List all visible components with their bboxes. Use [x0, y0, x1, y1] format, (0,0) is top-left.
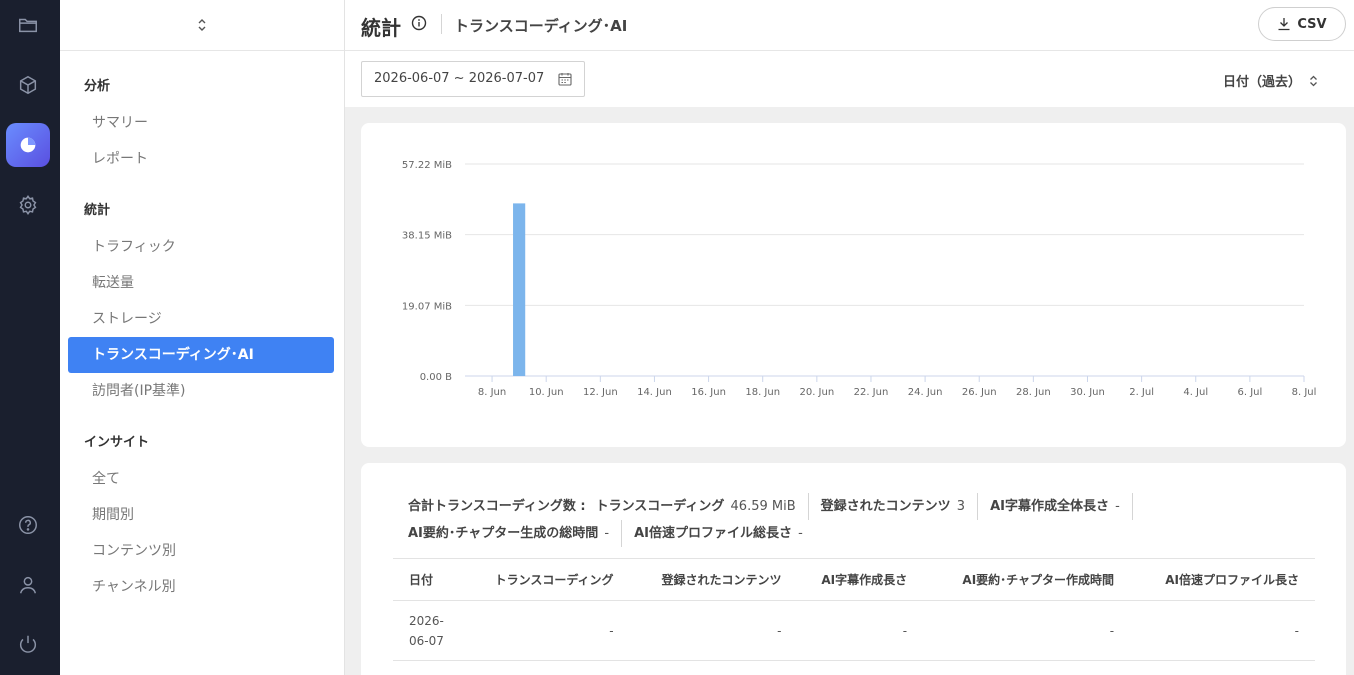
summary-item-label: AI要約･チャプター生成の総時間: [408, 526, 599, 541]
chevron-up-down-icon: [1310, 75, 1317, 86]
table-cell: -: [629, 600, 798, 661]
sidebar-item[interactable]: コンテンツ別: [68, 533, 334, 569]
x-tick-label: 6. Jul: [1237, 387, 1262, 398]
sort-select-label: 日付（過去）: [1222, 75, 1301, 90]
info-icon[interactable]: [411, 15, 427, 31]
sidebar-item[interactable]: 転送量: [68, 265, 334, 301]
help-icon[interactable]: [6, 503, 50, 547]
table-row: 2026-06-07- - - - -: [393, 600, 1315, 661]
summary-item-label: トランスコーディング: [595, 499, 725, 514]
x-tick-label: 8. Jul: [1292, 387, 1317, 398]
x-tick-label: 20. Jun: [799, 387, 834, 398]
x-tick-label: 18. Jun: [745, 387, 780, 398]
sidebar: 分析サマリー レポート統計トラフィック 転送量 ストレージ トランスコーディング･AI 訪…: [60, 0, 345, 675]
page-title: 統計: [361, 16, 401, 40]
sidebar-item[interactable]: トランスコーディング･AI: [68, 337, 334, 373]
table-header-cell[interactable]: AI倍速プロファイル長さ: [1130, 558, 1315, 601]
summary-item-label: AI倍速プロファイル総長さ: [634, 526, 793, 541]
stats-table: 日付 トランスコーディング 登録されたコンテンツ AI字幕作成長さ AI要約･チャプター…: [393, 558, 1315, 661]
summary-item-value: -: [600, 526, 610, 541]
download-icon: [1278, 18, 1290, 31]
x-tick-label: 14. Jun: [637, 387, 672, 398]
nav-section-title: 統計: [84, 203, 111, 218]
x-tick-label: 4. Jul: [1183, 387, 1208, 398]
sidebar-item[interactable]: サマリー: [68, 105, 334, 141]
sidebar-item[interactable]: ストレージ: [68, 301, 334, 337]
y-tick-label: 57.22 MiB: [402, 160, 452, 171]
x-tick-label: 30. Jun: [1070, 387, 1105, 398]
table-header-cell[interactable]: 日付: [393, 558, 463, 601]
cube-icon[interactable]: [6, 63, 50, 107]
chevron-up-down-icon: [198, 19, 206, 31]
x-tick-label: 8. Jun: [478, 387, 506, 398]
table-cell: -: [1130, 600, 1315, 661]
analytics-pie-icon[interactable]: [6, 123, 50, 167]
summary-item-label: AI字幕作成全体長さ: [990, 499, 1109, 514]
sidebar-item[interactable]: チャンネル別: [68, 569, 334, 605]
x-tick-label: 26. Jun: [962, 387, 997, 398]
table-cell: 2026-06-07: [393, 600, 463, 661]
transcoding-chart: 0.00 B 19.07 MiB 38.15 MiB 57.22 MiB 8. Jun 1…: [402, 160, 1317, 398]
table-cell: -: [463, 600, 630, 661]
table-header-cell[interactable]: AI要約･チャプター作成時間: [923, 558, 1131, 601]
table-header-cell[interactable]: AI字幕作成長さ: [797, 558, 924, 601]
calendar-icon: [558, 73, 572, 86]
summary-item: AI要約･チャプター生成の総時間 -: [408, 520, 623, 547]
power-icon[interactable]: [6, 622, 50, 666]
x-tick-label: 16. Jun: [691, 387, 726, 398]
table-cell: -: [797, 600, 924, 661]
user-icon[interactable]: [6, 563, 50, 607]
page-subtitle: トランスコーディング･AI: [454, 17, 628, 35]
summary-item: AI倍速プロファイル総長さ -: [634, 520, 815, 547]
summary-item-value: -: [1110, 499, 1120, 514]
x-tick-label: 28. Jun: [1016, 387, 1051, 398]
x-tick-label: 12. Jun: [583, 387, 618, 398]
x-tick-label: 24. Jun: [908, 387, 943, 398]
x-tick-label: 2. Jul: [1129, 387, 1154, 398]
date-range-picker[interactable]: 2026-06-07 ~ 2026-07-07: [361, 61, 585, 97]
summary-item-value: 3: [952, 499, 966, 514]
summary-lead: 合計トランスコーディング数 :: [408, 499, 586, 514]
app-rail: [0, 0, 60, 675]
y-tick-label: 38.15 MiB: [402, 231, 452, 242]
sidebar-item[interactable]: レポート: [68, 141, 334, 177]
sort-select[interactable]: 日付（過去）: [1223, 71, 1318, 90]
page-header: 統計 トランスコーディング･AI CSV: [345, 0, 1354, 51]
summary-item-value: -: [794, 526, 803, 541]
title-divider: [441, 14, 442, 34]
summary-item: 登録されたコンテンツ 3: [820, 493, 979, 520]
table-cell: -: [923, 600, 1131, 661]
filter-bar: 2026-06-07 ~ 2026-07-07 日付（過去）: [345, 51, 1354, 107]
table-header-cell[interactable]: 登録されたコンテンツ: [629, 558, 798, 601]
summary-item: トランスコーディング 46.59 MiB: [596, 493, 809, 520]
nav-section-title: インサイト: [84, 435, 150, 450]
csv-download-button[interactable]: CSV: [1258, 7, 1346, 41]
csv-button-label: CSV: [1297, 16, 1327, 32]
summary-item-label: 登録されたコンテンツ: [820, 499, 951, 514]
y-tick-label: 0.00 B: [420, 372, 452, 383]
sidebar-nav: 分析サマリー レポート統計トラフィック 転送量 ストレージ トランスコーディング･AI 訪…: [60, 51, 344, 605]
sidebar-item[interactable]: 全て: [68, 461, 334, 497]
chart-bar: [513, 203, 526, 376]
y-tick-label: 19.07 MiB: [402, 301, 452, 312]
chart-card: 0.00 B 19.07 MiB 38.15 MiB 57.22 MiB 8. Jun 1…: [361, 123, 1346, 447]
summary-bar: 合計トランスコーディング数 : トランスコーディング 46.59 MiB 登録された…: [408, 493, 1308, 547]
x-tick-label: 22. Jun: [854, 387, 889, 398]
table-header-cell[interactable]: トランスコーディング: [463, 558, 630, 601]
sidebar-item[interactable]: 期間別: [68, 497, 334, 533]
date-range-value: 2026-06-07 ~ 2026-07-07: [374, 71, 545, 86]
summary-item-value: 46.59 MiB: [726, 499, 796, 514]
summary-item: AI字幕作成全体長さ -: [990, 493, 1133, 520]
sidebar-item[interactable]: 訪問者(IP基準): [68, 373, 334, 409]
nav-section-title: 分析: [84, 79, 111, 94]
sidebar-item[interactable]: トラフィック: [68, 229, 334, 265]
x-tick-label: 10. Jun: [529, 387, 564, 398]
stats-table-card: 合計トランスコーディング数 : トランスコーディング 46.59 MiB 登録された…: [361, 463, 1346, 675]
settings-gear-icon[interactable]: [6, 183, 50, 227]
workspace-switcher[interactable]: [60, 0, 344, 51]
folder-icon[interactable]: [6, 3, 50, 47]
